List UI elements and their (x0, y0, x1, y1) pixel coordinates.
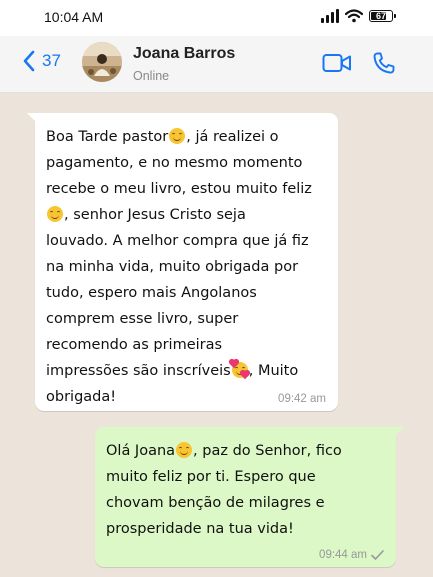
contact-status: Online (133, 69, 170, 83)
chat-messages[interactable]: Boa Tarde pastor, já realizei o pagament… (0, 93, 433, 577)
message-outgoing[interactable]: Olá Joana, paz do Senhor, fico muito fel… (95, 427, 404, 567)
contact-name[interactable]: Joana Barros (133, 45, 235, 63)
status-bar: 10:04 AM 67 (0, 0, 433, 36)
text-segment: , senhor Jesus Cristo seja louvado. A me… (46, 207, 309, 379)
message-text: Olá Joana, paz do Senhor, fico muito fel… (106, 438, 384, 542)
smiling-face-with-hearts-emoji-icon (229, 359, 249, 380)
message-meta: 09:44 am (319, 549, 384, 561)
message-meta: 09:42 am (278, 393, 326, 405)
battery-icon: 67 (369, 10, 396, 22)
phone-icon[interactable] (372, 51, 396, 75)
chat-header: 37 Joana Barros Online (0, 36, 433, 93)
smiling-face-emoji-icon (176, 442, 193, 458)
unread-count: 37 (42, 51, 61, 70)
message-text: Boa Tarde pastor, já realizei o pagament… (46, 124, 326, 410)
text-segment: Boa Tarde pastor (46, 129, 169, 145)
avatar-photo (82, 42, 122, 82)
chevron-left-icon (23, 50, 35, 72)
message-time: 09:44 am (319, 549, 367, 561)
signal-icon (321, 9, 339, 23)
video-call-icon[interactable] (322, 53, 352, 73)
back-button[interactable]: 37 (22, 50, 61, 72)
text-segment: Olá Joana (106, 443, 176, 459)
status-time: 10:04 AM (44, 9, 104, 25)
message-incoming[interactable]: Boa Tarde pastor, já realizei o pagament… (27, 113, 338, 411)
battery-level: 67 (375, 10, 386, 21)
status-icons: 67 (321, 9, 396, 23)
wifi-icon (345, 9, 363, 23)
smiling-face-emoji-icon (47, 206, 63, 222)
single-check-icon (371, 550, 384, 560)
avatar[interactable] (82, 42, 122, 82)
smiling-face-emoji-icon (169, 128, 186, 144)
message-time: 09:42 am (278, 393, 326, 405)
